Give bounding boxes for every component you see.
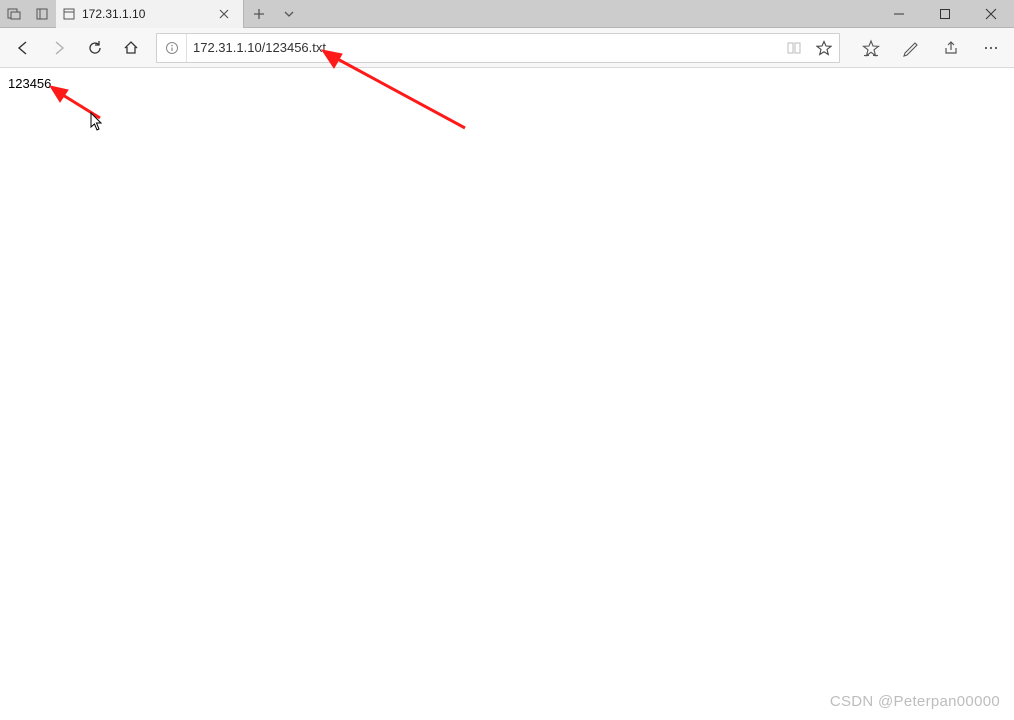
new-tab-area — [244, 0, 304, 28]
forward-button[interactable] — [42, 31, 76, 65]
watermark-text: CSDN @Peterpan00000 — [830, 693, 1000, 710]
tab-close-button[interactable] — [219, 9, 235, 19]
annotation-arrow-url — [320, 48, 470, 138]
address-right-icons — [783, 40, 839, 56]
close-window-button[interactable] — [968, 0, 1014, 28]
more-button[interactable] — [974, 31, 1008, 65]
minimize-button[interactable] — [876, 0, 922, 28]
refresh-button[interactable] — [78, 31, 112, 65]
home-button[interactable] — [114, 31, 148, 65]
address-bar[interactable] — [156, 33, 840, 63]
favorites-button[interactable] — [854, 31, 888, 65]
titlebar: 172.31.1.10 — [0, 0, 1014, 28]
url-input[interactable] — [187, 34, 783, 62]
reading-view-icon[interactable] — [783, 40, 805, 56]
toolbar — [0, 28, 1014, 68]
site-info-icon[interactable] — [157, 34, 187, 62]
page-body: 123456 — [0, 68, 1014, 100]
tab-title: 172.31.1.10 — [82, 7, 213, 21]
page-icon — [62, 7, 76, 21]
back-button[interactable] — [6, 31, 40, 65]
cursor-icon — [90, 112, 104, 132]
notes-button[interactable] — [894, 31, 928, 65]
favorite-star-icon[interactable] — [813, 40, 835, 56]
browser-tab[interactable]: 172.31.1.10 — [56, 0, 244, 28]
titlebar-left-buttons — [0, 0, 56, 27]
show-tabs-button[interactable] — [28, 0, 56, 28]
set-aside-tabs-button[interactable] — [0, 0, 28, 28]
tab-actions-button[interactable] — [274, 0, 304, 28]
maximize-button[interactable] — [922, 0, 968, 28]
toolbar-right — [848, 31, 1008, 65]
new-tab-button[interactable] — [244, 0, 274, 28]
page-text: 123456 — [8, 76, 51, 91]
share-button[interactable] — [934, 31, 968, 65]
window-controls — [876, 0, 1014, 28]
